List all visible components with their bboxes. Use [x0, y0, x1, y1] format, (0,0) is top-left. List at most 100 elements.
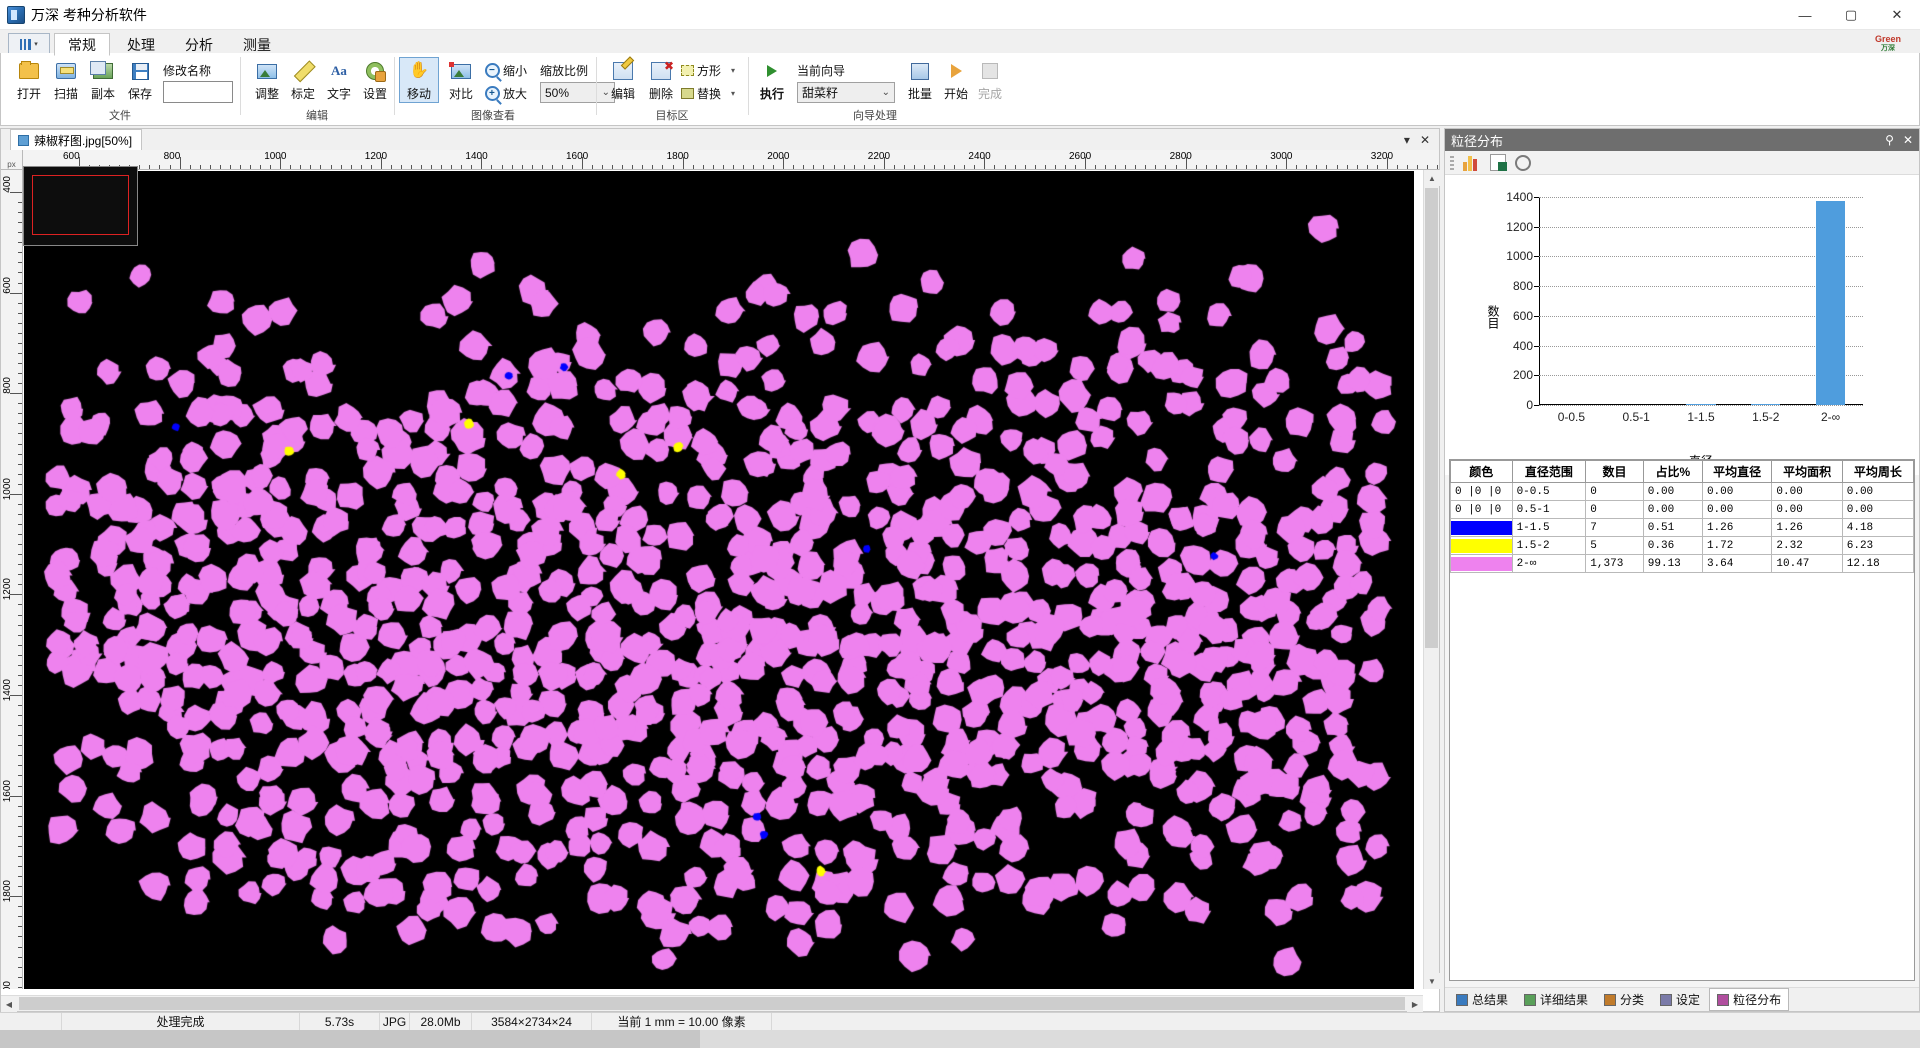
- ruler-tick: [10, 192, 22, 193]
- table-column-header[interactable]: 颜色: [1451, 461, 1513, 483]
- tab-label: 常规: [68, 35, 96, 55]
- horizontal-scrollbar[interactable]: ◀ ▶: [1, 995, 1423, 1011]
- batch-label: 批量: [901, 85, 939, 102]
- ruler-tick-label: 600: [63, 151, 80, 162]
- table-row[interactable]: 0 |0 |00.5-100.000.000.000.00: [1451, 501, 1914, 519]
- ruler-minor-tick: [1075, 165, 1076, 169]
- table-column-header[interactable]: 平均面积: [1772, 461, 1842, 483]
- ruler-minor-tick: [1236, 165, 1237, 169]
- bar-chart-icon[interactable]: [1463, 155, 1481, 171]
- panel-tab-classify[interactable]: 分类: [1597, 989, 1651, 1010]
- panel-tab-summary[interactable]: 总结果: [1449, 989, 1515, 1010]
- ruler-minor-tick: [1216, 165, 1217, 169]
- pin-icon[interactable]: ⚲: [1885, 133, 1894, 147]
- move-tool-button[interactable]: ✋ 移动: [399, 57, 439, 103]
- vertical-scrollbar[interactable]: ▲ ▼: [1423, 170, 1439, 989]
- chart-y-tick-label: 0: [1526, 398, 1533, 412]
- chevron-down-icon: ▾: [731, 66, 735, 75]
- vertical-scroll-thumb[interactable]: [1425, 188, 1438, 648]
- close-button[interactable]: ✕: [1874, 0, 1920, 30]
- document-list-caret-icon[interactable]: ▾: [1404, 133, 1410, 147]
- navigator-viewport-rect[interactable]: [32, 175, 129, 235]
- settings-button[interactable]: 设置: [353, 58, 397, 102]
- distribution-table[interactable]: 颜色直径范围数目占比%平均直径平均面积平均周长 0 |0 |00-0.500.0…: [1449, 459, 1915, 981]
- ruler-tick-label: 1200: [2, 578, 13, 600]
- ruler-minor-tick: [461, 165, 462, 169]
- quick-access-toolbar[interactable]: ▾: [8, 33, 50, 55]
- toolbar-grip-icon[interactable]: [1450, 156, 1454, 170]
- rename-input[interactable]: [163, 81, 233, 103]
- table-column-header[interactable]: 直径范围: [1512, 461, 1586, 483]
- table-column-header[interactable]: 数目: [1586, 461, 1643, 483]
- region-delete-button[interactable]: 删除: [639, 58, 683, 102]
- table-cell-percent: 0.00: [1643, 501, 1702, 519]
- taskbar-item[interactable]: [0, 1030, 700, 1048]
- table-cell-avg-diameter: 3.64: [1702, 555, 1771, 573]
- scroll-down-icon[interactable]: ▼: [1424, 973, 1440, 989]
- shape-dropdown[interactable]: 方形 ▾: [681, 62, 735, 79]
- distribution-grid: 颜色直径范围数目占比%平均直径平均面积平均周长 0 |0 |00-0.500.0…: [1450, 460, 1914, 573]
- replace-dropdown[interactable]: 替换 ▾: [681, 85, 735, 102]
- ruler-tick: [984, 157, 985, 169]
- maximize-button[interactable]: ▢: [1828, 0, 1874, 30]
- image-canvas[interactable]: [24, 171, 1414, 989]
- ruler-minor-tick: [220, 165, 221, 169]
- compare-button[interactable]: 对比: [441, 58, 481, 102]
- document-close-icon[interactable]: ✕: [1420, 133, 1430, 147]
- chart-y-axis-label: 数目: [1485, 305, 1502, 329]
- panel-tab-distribution[interactable]: 粒径分布: [1709, 988, 1789, 1011]
- scroll-left-icon[interactable]: ◀: [1, 996, 17, 1012]
- table-cell-avg-diameter: 1.26: [1702, 519, 1771, 537]
- panel-tab-setup[interactable]: 设定: [1653, 989, 1707, 1010]
- zoom-out-button[interactable]: − 缩小: [485, 62, 527, 79]
- table-column-header[interactable]: 平均周长: [1842, 461, 1913, 483]
- ruler-tick-label: 1800: [667, 151, 689, 162]
- finish-button[interactable]: 完成: [973, 58, 1007, 102]
- start-button[interactable]: 开始: [939, 58, 973, 102]
- table-row[interactable]: 1-1.570.511.261.264.18: [1451, 519, 1914, 537]
- ruler-minor-tick: [361, 165, 362, 169]
- document-tab-bar: 辣椒籽图.jpg[50%] ▾ ✕: [0, 128, 1440, 150]
- table-column-header[interactable]: 平均直径: [1702, 461, 1771, 483]
- chart-y-tick-label: 1000: [1506, 249, 1533, 263]
- ruler-minor-tick: [1427, 165, 1428, 169]
- zoom-in-button[interactable]: + 放大: [485, 85, 527, 102]
- navigator-thumbnail[interactable]: [23, 166, 138, 246]
- settings-icon: [353, 58, 397, 84]
- horizontal-scroll-thumb[interactable]: [19, 997, 1405, 1010]
- ruler-tick-label: 1400: [2, 679, 13, 701]
- save-button[interactable]: 保存: [118, 58, 162, 102]
- batch-button[interactable]: 批量: [901, 58, 939, 102]
- scroll-up-icon[interactable]: ▲: [1424, 170, 1440, 186]
- minimize-button[interactable]: —: [1782, 0, 1828, 30]
- ruler-minor-tick: [773, 165, 774, 169]
- run-button[interactable]: 执行: [753, 58, 791, 102]
- ruler-minor-tick: [522, 165, 523, 169]
- panel-close-icon[interactable]: ✕: [1903, 133, 1913, 147]
- quick-access-icon: [20, 39, 31, 50]
- table-cell-avg-area: 10.47: [1772, 555, 1842, 573]
- ruler-tick-label: 1400: [465, 151, 487, 162]
- document-tab-label: 辣椒籽图.jpg[50%]: [34, 132, 132, 149]
- ruler-minor-tick: [270, 165, 271, 169]
- tab-changgui[interactable]: 常规: [54, 33, 110, 56]
- wizard-combobox[interactable]: 甜菜籽 ⌄: [797, 82, 895, 103]
- group-label-imageview: 图像查看: [395, 107, 591, 123]
- document-tab[interactable]: 辣椒籽图.jpg[50%]: [10, 129, 142, 150]
- scroll-right-icon[interactable]: ▶: [1407, 996, 1423, 1012]
- settings-gear-icon[interactable]: [1515, 155, 1531, 171]
- ruler-minor-tick: [1266, 165, 1267, 169]
- replace-label: 替换: [697, 85, 721, 102]
- ruler-minor-tick: [18, 866, 22, 867]
- panel-tab-detail[interactable]: 详细结果: [1517, 989, 1595, 1010]
- table-cell-percent: 99.13: [1643, 555, 1702, 573]
- status-format: JPG: [380, 1013, 410, 1030]
- table-row[interactable]: 2-∞1,37399.133.6410.4712.18: [1451, 555, 1914, 573]
- export-excel-icon[interactable]: [1490, 154, 1506, 171]
- table-row[interactable]: 1.5-250.361.722.326.23: [1451, 537, 1914, 555]
- table-row[interactable]: 0 |0 |00-0.500.000.000.000.00: [1451, 483, 1914, 501]
- panel-tab-label: 总结果: [1472, 991, 1508, 1008]
- finish-label: 完成: [973, 85, 1007, 102]
- ruler-minor-tick: [954, 165, 955, 169]
- table-column-header[interactable]: 占比%: [1643, 461, 1702, 483]
